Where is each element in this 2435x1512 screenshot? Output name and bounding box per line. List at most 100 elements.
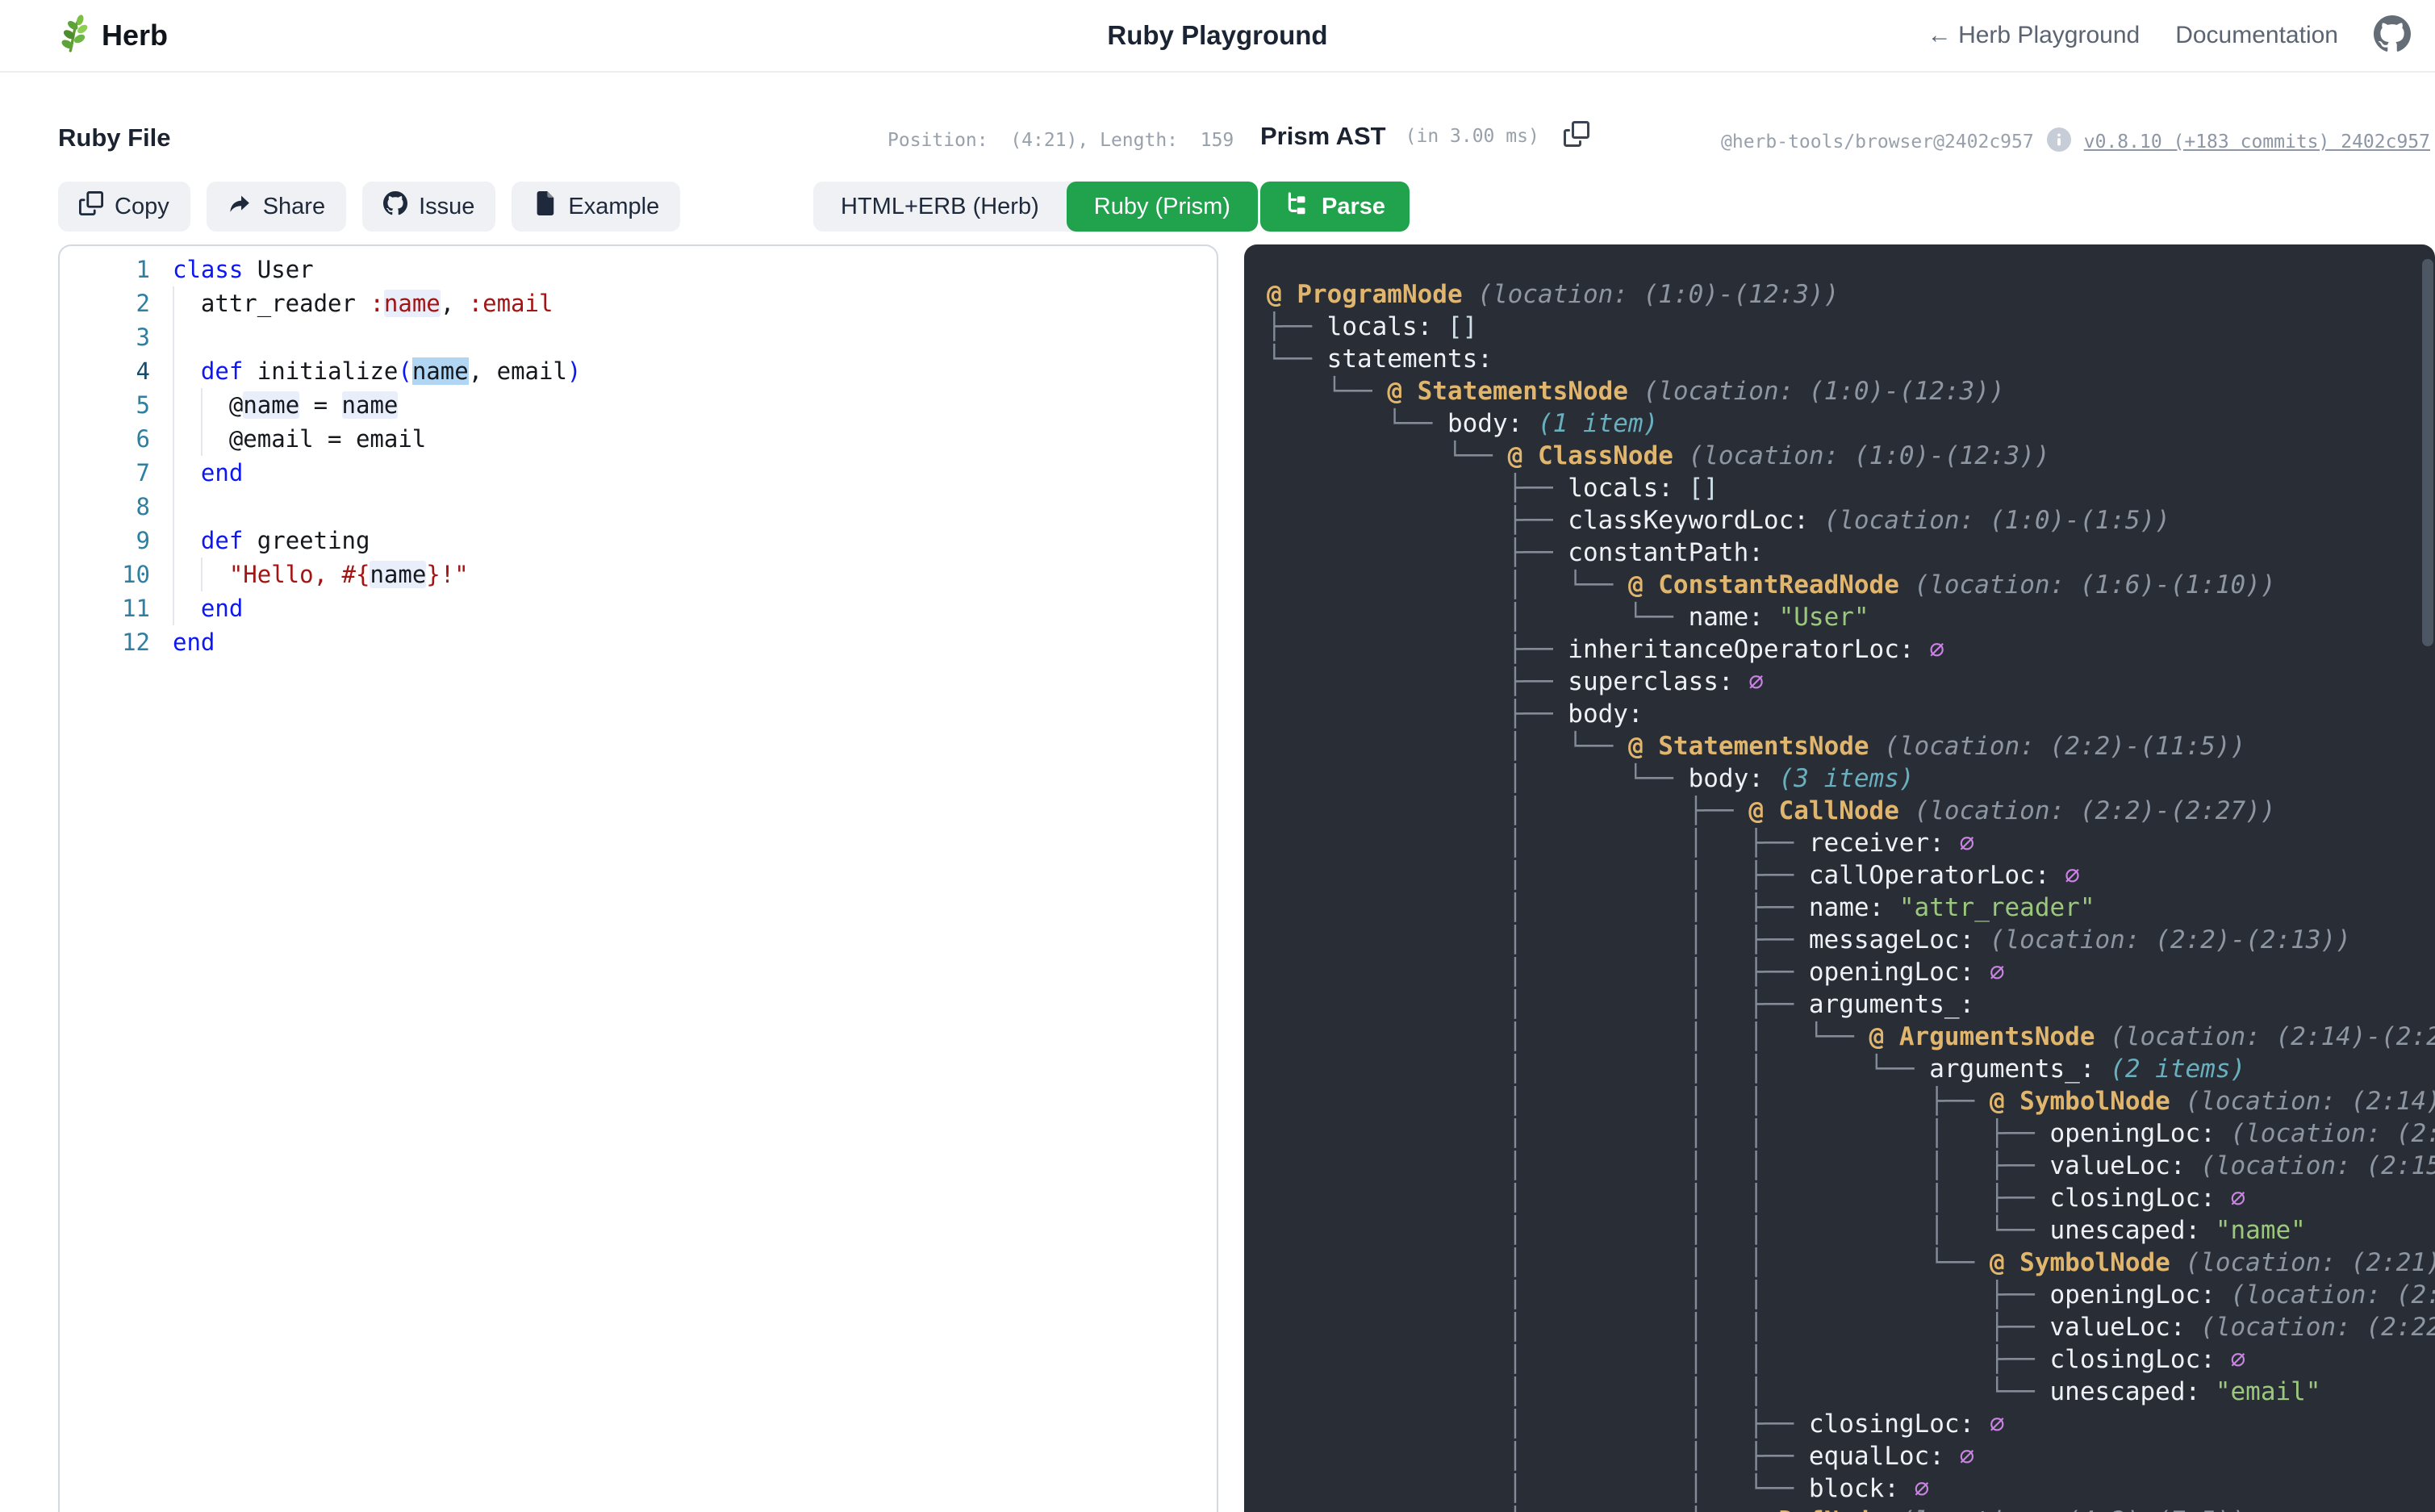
code-token (173, 527, 201, 554)
ast-segment: (location: (2:14)-(2:15)) (2230, 1119, 2435, 1148)
ast-segment: closingLoc: (2050, 1345, 2231, 1374)
ast-line: └── @ ClassNode (location: (1:0)-(12:3)) (1267, 440, 2435, 472)
ast-segment: "attr_reader" (1899, 893, 2095, 922)
ast-segment: body: (1447, 409, 1538, 438)
issue-button[interactable]: Issue (362, 182, 495, 232)
ast-scrollbar-thumb[interactable] (2422, 259, 2433, 646)
ast-segment: └── (1267, 345, 1327, 374)
documentation-link[interactable]: Documentation (2175, 22, 2338, 49)
ast-panel[interactable]: @ ProgramNode (location: (1:0)-(12:3))├─… (1244, 244, 2435, 1512)
ast-segment: │ │ │ └── (1267, 1377, 2050, 1406)
ast-segment: messageLoc: (1809, 925, 1990, 954)
code-token: ) (567, 357, 581, 385)
indent-guide (173, 286, 174, 625)
code-token: class (173, 256, 243, 283)
example-button[interactable]: Example (512, 182, 680, 232)
version-link[interactable]: v0.8.10 (+183 commits) 2402c957 (2084, 132, 2430, 152)
ast-line: │ │ ├── closingLoc: ∅ (1267, 1408, 2435, 1440)
ast-segment: block: (1809, 1474, 1915, 1503)
code-token: name (342, 391, 399, 419)
code-line-content: def initialize(name, email) (173, 354, 581, 388)
ast-line: │ └── @ ConstantReadNode (location: (1:6… (1267, 569, 2435, 601)
line-number: 8 (60, 490, 150, 524)
ast-segment: (location: (2:21)-(2:26)) (2170, 1248, 2435, 1277)
code-token: }!" (426, 561, 468, 588)
toggle-ruby-prism[interactable]: Ruby (Prism) (1067, 182, 1258, 232)
line-number: 2 (60, 286, 150, 320)
ast-segment: ∅ (1915, 1474, 1930, 1503)
code-token (173, 357, 201, 385)
line-number: 1 (60, 253, 150, 286)
code-line: 5 @name = name (60, 388, 1217, 422)
indent-guide (201, 388, 203, 456)
code-token: end (201, 595, 243, 622)
ast-segment: [] (1447, 312, 1477, 341)
github-icon[interactable] (2374, 15, 2411, 56)
code-token: "Hello, #{ (229, 561, 370, 588)
code-token: name (370, 561, 426, 588)
ast-segment: ∅ (1748, 667, 1764, 696)
herb-leaf-icon (52, 15, 90, 57)
ast-segment: (location: (2:2)-(2:27)) (1899, 796, 2276, 825)
ast-segment: │ │ │ └── (1267, 1022, 1869, 1051)
ast-segment: @ StatementsNode (1628, 732, 1869, 761)
issue-button-label: Issue (419, 194, 474, 220)
ast-segment: │ │ ├── (1267, 893, 1809, 922)
ast-line: │ │ │ │ ├── valueLoc: (location: (2:15)-… (1267, 1150, 2435, 1182)
code-token: = (299, 391, 341, 419)
ast-segment: (location: (1:0)-(12:3)) (1463, 280, 1840, 309)
ast-segment: callOperatorLoc: (1809, 861, 2065, 890)
ast-segment: (location: (1:6)-(1:10)) (1899, 570, 2276, 599)
ast-segment: @ StatementsNode (1387, 377, 1628, 406)
line-number: 10 (60, 558, 150, 591)
back-to-playground-link[interactable]: ← Herb Playground (1928, 22, 2140, 49)
ast-segment: │ │ │ ├── (1267, 1313, 2050, 1342)
file-icon (533, 191, 557, 222)
ast-segment: │ └── (1267, 570, 1628, 599)
code-token: name (412, 357, 469, 385)
ast-segment: ├── (1267, 312, 1327, 341)
code-token: attr_reader (173, 290, 370, 317)
code-token: , email (469, 357, 567, 385)
parse-tree-icon (1284, 191, 1309, 222)
ast-tree: @ ProgramNode (location: (1:0)-(12:3))├─… (1244, 244, 2435, 1512)
ast-segment: │ ├── (1267, 1506, 1748, 1512)
ast-segment: └── (1267, 409, 1447, 438)
ast-line: │ │ ├── name: "attr_reader" (1267, 892, 2435, 924)
code-line: 3 (60, 320, 1217, 354)
share-button[interactable]: Share (207, 182, 346, 232)
ast-segment: @ ArgumentsNode (1869, 1022, 2095, 1051)
ast-segment: unescaped: (2050, 1216, 2216, 1245)
ast-segment: │ │ ├── (1267, 958, 1809, 987)
ast-line: │ │ │ ├── @ SymbolNode (location: (2:14)… (1267, 1085, 2435, 1117)
herb-logo[interactable]: Herb (52, 15, 168, 57)
copy-button[interactable]: Copy (58, 182, 190, 232)
code-editor[interactable]: 1class User2 attr_reader :name, :email34… (60, 246, 1217, 659)
ast-segment: ∅ (1960, 829, 1975, 858)
code-editor-panel[interactable]: 1class User2 attr_reader :name, :email34… (58, 244, 1218, 1512)
code-token: @ (173, 391, 243, 419)
prism-ast-header: Prism AST (in 3.00 ms) (1260, 121, 1589, 151)
ast-line: │ │ └── block: ∅ (1267, 1472, 2435, 1505)
ast-segment: [] (1689, 474, 1719, 503)
ast-line: ├── locals: [] (1267, 472, 2435, 504)
code-line: 10 "Hello, #{name}!" (60, 558, 1217, 591)
ast-line: @ ProgramNode (location: (1:0)-(12:3)) (1267, 278, 2435, 311)
ast-line: │ │ │ ├── closingLoc: ∅ (1267, 1343, 2435, 1376)
ast-segment: valueLoc: (2050, 1313, 2201, 1342)
ast-segment: locals: (1568, 474, 1688, 503)
ast-segment: │ │ └── (1267, 1474, 1809, 1503)
toggle-html-erb[interactable]: HTML+ERB (Herb) (813, 182, 1067, 232)
copy-button-label: Copy (115, 194, 169, 220)
cursor-position-status: Position: (4:21), Length: 159 (888, 130, 1234, 151)
code-line-content: attr_reader :name, :email (173, 286, 553, 320)
header: Herb Ruby Playground ← Herb Playground D… (0, 0, 2435, 73)
code-token (173, 595, 201, 622)
copy-ast-icon[interactable] (1564, 121, 1589, 151)
ast-segment: │ └── (1267, 603, 1689, 632)
ast-line: │ └── body: (3 items) (1267, 762, 2435, 795)
info-icon[interactable] (2047, 127, 2071, 156)
ast-line: │ │ │ │ ├── openingLoc: (location: (2:14… (1267, 1117, 2435, 1150)
parse-button[interactable]: Parse (1260, 182, 1410, 232)
code-line: 11 end (60, 591, 1217, 625)
